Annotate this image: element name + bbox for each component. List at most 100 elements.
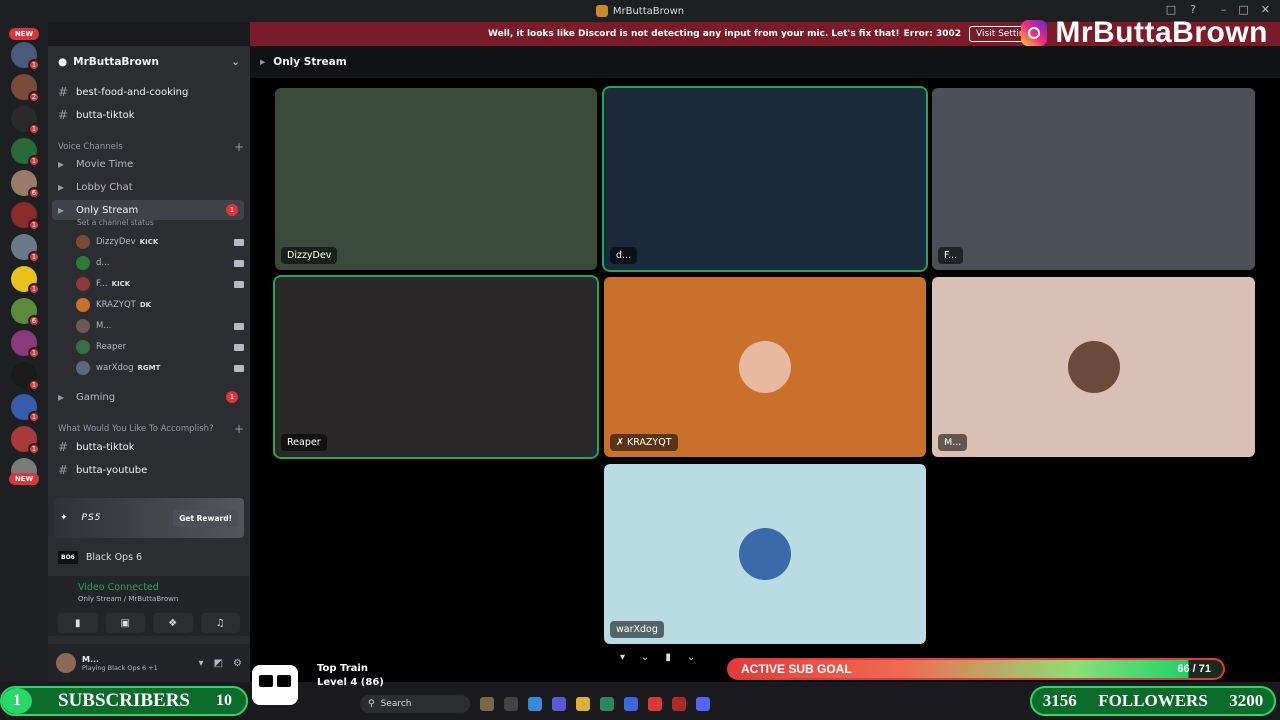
channel-movie-time[interactable]: ▸ Movie Time <box>52 154 244 174</box>
train-level: Level 4 (86) <box>317 677 384 688</box>
set-channel-status[interactable]: Set a channel status <box>77 218 154 227</box>
youtube-icon[interactable] <box>648 697 662 711</box>
discord-icon[interactable] <box>696 697 710 711</box>
window-title: MrButtaBrown <box>612 5 685 17</box>
voice-user[interactable]: d... <box>76 254 244 272</box>
channel-label: butta-tiktok <box>76 441 135 453</box>
camera-off-icon[interactable]: ▮ <box>665 652 671 663</box>
avatar-tile[interactable]: M... <box>932 277 1255 457</box>
voice-user[interactable]: M... <box>76 317 244 335</box>
avatar-tile[interactable]: warXdog <box>604 464 926 644</box>
server-icon[interactable]: 1 <box>11 42 40 71</box>
taskbar-app-icon[interactable] <box>672 697 686 711</box>
video-tile[interactable]: DizzyDev <box>275 88 597 270</box>
camera-icon <box>234 280 244 288</box>
headphones-icon[interactable]: ◩ <box>214 658 223 669</box>
chevron-down-icon[interactable]: ⌄ <box>687 652 695 663</box>
server-boost-icon: ● <box>58 56 68 68</box>
get-reward-button[interactable]: Get Reward! <box>173 509 238 527</box>
followers-current: 3156 <box>1042 691 1077 710</box>
category-label: Voice Channels <box>58 142 123 152</box>
close-button[interactable]: ✕ <box>1261 3 1270 16</box>
server-icon[interactable]: 1 <box>11 106 40 135</box>
server-icon[interactable]: 6 <box>11 170 40 199</box>
voice-user[interactable]: F... KICK <box>76 275 244 293</box>
voice-status-location[interactable]: Only Stream / MrButtaBrown <box>78 595 240 603</box>
minimize-button[interactable]: – <box>1221 3 1227 16</box>
hash-icon: # <box>58 463 69 477</box>
channel-gaming[interactable]: ▸ Gaming 1 <box>52 387 244 407</box>
camera-toggle-button[interactable]: ▮ <box>58 613 98 633</box>
chevron-down-icon[interactable]: ⌄ <box>641 652 649 663</box>
speaker-icon: ▸ <box>58 390 65 404</box>
notice-error: Error: 3002 <box>903 29 962 39</box>
server-icon[interactable]: 1 <box>11 266 40 295</box>
chevron-down-icon: ⌄ <box>231 56 240 68</box>
avatar <box>739 528 791 580</box>
server-header[interactable]: ● MrButtaBrown ⌄ <box>48 46 250 78</box>
taskbar-app-icon[interactable] <box>528 697 542 711</box>
category-accomplish[interactable]: What Would You Like To Accomplish? + <box>58 422 244 436</box>
channel-label: Gaming <box>76 391 116 403</box>
voice-user[interactable]: DizzyDev KICK <box>76 233 244 251</box>
soundboard-button[interactable]: ♫ <box>200 613 240 633</box>
channel-sidebar: ● MrButtaBrown ⌄ # best-food-and-cooking… <box>48 46 250 682</box>
kick-server-icon[interactable]: 1 <box>11 362 40 391</box>
server-icon[interactable]: 1 <box>11 330 40 359</box>
taskbar-app-icon[interactable] <box>480 697 494 711</box>
taskbar-app-icon[interactable] <box>624 697 638 711</box>
activities-button[interactable]: ❖ <box>153 613 193 633</box>
taskbar-app-icon[interactable] <box>576 697 590 711</box>
promo-platform: PS5 <box>81 513 102 523</box>
avatar-tile[interactable]: ✗ KRAZYQT <box>604 277 926 457</box>
server-icon[interactable]: 2 <box>11 74 40 103</box>
video-tile[interactable]: d... <box>602 86 928 272</box>
channel-only-stream[interactable]: ▸ Only Stream 1 <box>52 200 244 220</box>
channel-lobby-chat[interactable]: ▸ Lobby Chat <box>52 177 244 197</box>
gear-icon[interactable]: ⚙ <box>233 658 242 669</box>
server-icon[interactable]: 1 <box>11 234 40 263</box>
server-icon[interactable]: 6 <box>11 298 40 327</box>
activity-row[interactable]: BO6 Black Ops 6 <box>54 542 244 572</box>
server-icon[interactable]: 1 <box>11 426 40 455</box>
screen-share-button[interactable]: ▣ <box>105 613 145 633</box>
voice-user[interactable]: Reaper <box>76 338 244 356</box>
avatar <box>76 298 90 312</box>
avatar[interactable] <box>56 653 76 673</box>
inbox-icon[interactable]: □ <box>1166 3 1176 16</box>
activity-game: Black Ops 6 <box>85 551 143 563</box>
add-channel-icon[interactable]: + <box>234 140 244 154</box>
speaker-icon: ▸ <box>260 56 266 68</box>
channel-butta-tiktok[interactable]: # butta-tiktok <box>52 105 244 125</box>
subscribers-label: SUBSCRIBERS <box>58 690 190 711</box>
server-rail: NEW 1 2 1 1 6 1 1 1 6 1 1 1 1 1 <box>0 22 48 682</box>
user-panel: M... Playing Black Ops 6 +1 ▾ ◩ ⚙ <box>48 644 250 682</box>
taskbar-app-icon[interactable] <box>552 697 566 711</box>
maximize-button[interactable]: □ <box>1238 3 1248 16</box>
voice-user[interactable]: KRAZYQT DK <box>76 296 244 314</box>
taskbar-app-icon[interactable] <box>504 697 518 711</box>
channel-butta-tiktok-2[interactable]: # butta-tiktok <box>52 437 244 457</box>
taskbar-app-icon[interactable] <box>600 697 614 711</box>
voice-user-name: KRAZYQT <box>96 300 136 310</box>
help-icon[interactable]: ? <box>1190 3 1196 16</box>
channel-butta-youtube[interactable]: # butta-youtube <box>52 460 244 480</box>
server-icon[interactable]: 1 <box>11 202 40 231</box>
channel-header: ▸ Only Stream <box>250 46 1280 78</box>
category-voice-channels[interactable]: Voice Channels + <box>58 140 244 154</box>
video-tile[interactable]: F... <box>932 88 1255 270</box>
speaker-icon: ▸ <box>58 157 65 171</box>
channel-best-food-and-cooking[interactable]: # best-food-and-cooking <box>52 82 244 102</box>
voice-user[interactable]: warXdog RGMT <box>76 359 244 377</box>
server-icon[interactable]: 1 <box>11 394 40 423</box>
add-channel-icon[interactable]: + <box>234 422 244 436</box>
taskbar-search[interactable]: ⚲ Search <box>360 695 470 713</box>
tile-name: Reaper <box>281 434 327 451</box>
tile-name: M... <box>938 434 968 451</box>
hash-icon: # <box>58 440 69 454</box>
server-icon[interactable]: 1 <box>11 138 40 167</box>
microphone-icon[interactable]: ▾ <box>199 658 204 669</box>
video-tile[interactable]: Reaper <box>273 275 599 459</box>
brand-name: MrButtaBrown <box>1055 16 1268 49</box>
microphone-icon[interactable]: ▾ <box>620 652 625 663</box>
